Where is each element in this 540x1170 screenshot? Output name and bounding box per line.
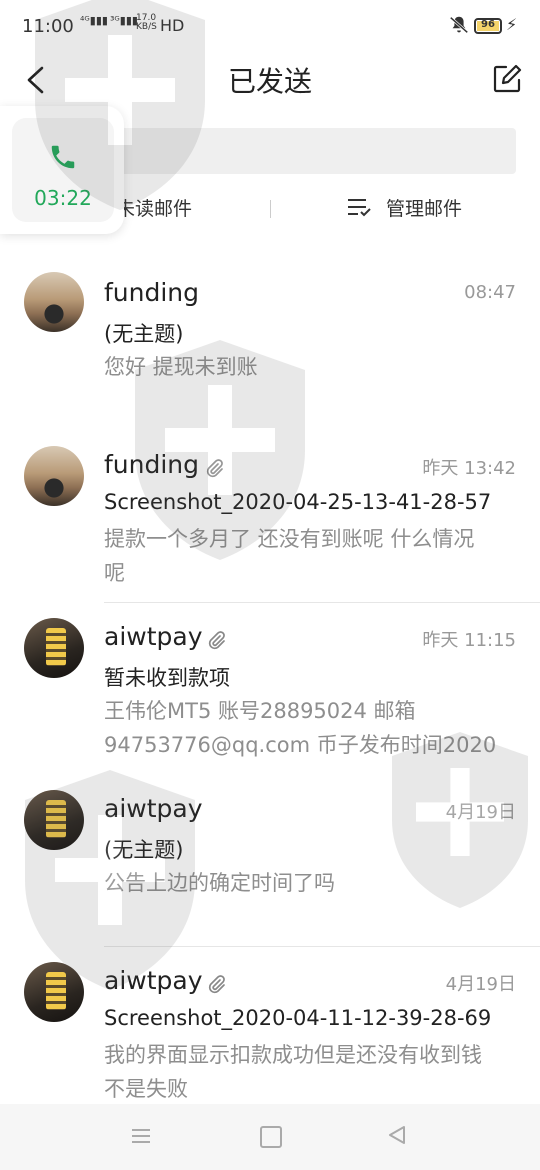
phone-call-icon — [51, 145, 75, 169]
ongoing-call-bubble[interactable]: 03:22 — [0, 106, 124, 234]
status-bar: 11:00 ⁴ᴳ▮▮▮ ³ᴳ▮▮▮ 17.0 KB/S HD 96 ⚡ — [0, 0, 540, 52]
mail-preview: 我的界面显示扣款成功但是还没有收到钱 不是失败 — [104, 1043, 482, 1101]
status-time: 11:00 — [22, 16, 74, 37]
charging-icon: ⚡ — [506, 15, 518, 34]
unread-filter-button[interactable]: 未读邮件 — [116, 194, 192, 221]
compose-edit-icon[interactable] — [492, 64, 522, 94]
network-speed-unit: KB/S — [136, 22, 157, 32]
mail-time: 4月19日 — [445, 974, 516, 995]
attachment-clip-icon — [206, 459, 223, 478]
mail-preview: 您好 提现未到账 — [104, 355, 258, 379]
mail-preview: 王伟伦MT5 账号28895024 邮箱94753776@qq.com 币子发布… — [104, 699, 497, 757]
mail-preview: 公告上边的确定时间了吗 — [104, 871, 335, 895]
recent-apps-icon[interactable] — [130, 1126, 152, 1146]
mail-subject: Screenshot_2020-04-11-12-39-28-69 — [104, 1006, 492, 1030]
avatar — [24, 272, 84, 332]
battery-icon: 96 — [474, 18, 502, 34]
mail-time: 昨天 13:42 — [422, 458, 516, 479]
call-bubble-inner: 03:22 — [12, 118, 114, 222]
mail-sender: funding — [104, 450, 200, 479]
mail-sender: aiwtpay — [104, 794, 203, 823]
mail-item[interactable]: funding 昨天 13:42 Screenshot_2020-04-25-1… — [0, 436, 540, 603]
action-divider — [270, 200, 271, 218]
mail-sender: aiwtpay — [104, 622, 203, 651]
manage-mail-button[interactable]: 管理邮件 — [386, 194, 462, 221]
call-duration: 03:22 — [34, 186, 92, 210]
attachment-clip-icon — [208, 975, 225, 994]
mail-subject: (无主题) — [104, 322, 184, 346]
network-speed: 17.0 KB/S — [136, 14, 157, 32]
avatar — [24, 446, 84, 506]
app-header: 已发送 — [0, 52, 540, 114]
avatar — [24, 790, 84, 850]
avatar — [24, 962, 84, 1022]
row-divider — [104, 946, 540, 947]
mail-item[interactable]: aiwtpay 昨天 11:15 暂未收到款项 王伟伦MT5 账号2889502… — [0, 608, 540, 774]
mail-subject: Screenshot_2020-04-25-13-41-28-57 — [104, 490, 492, 514]
search-bar[interactable] — [118, 128, 516, 174]
home-icon[interactable] — [260, 1126, 282, 1148]
row-divider — [104, 602, 540, 603]
nav-back-icon[interactable] — [386, 1124, 408, 1146]
mail-item[interactable]: aiwtpay 4月19日 (无主题) 公告上边的确定时间了吗 — [0, 780, 540, 947]
signal-4g-icon: ⁴ᴳ▮▮▮ — [80, 14, 108, 27]
mail-subject: (无主题) — [104, 838, 184, 862]
attachment-clip-icon — [208, 631, 225, 650]
mail-item[interactable]: funding 08:47 (无主题) 您好 提现未到账 — [0, 264, 540, 434]
mail-sender: funding — [104, 278, 200, 307]
page-title: 已发送 — [227, 65, 312, 98]
signal-3g-icon: ³ᴳ▮▮▮ — [110, 14, 138, 27]
battery-level: 96 — [481, 19, 495, 30]
hd-icon: HD — [160, 16, 185, 35]
manage-list-icon[interactable] — [346, 196, 372, 218]
mail-subject: 暂未收到款项 — [104, 666, 230, 690]
system-nav-bar — [0, 1104, 540, 1170]
mail-preview: 提款一个多月了 还没有到账呢 什么情况呢 — [104, 527, 475, 585]
mail-time: 昨天 11:15 — [422, 630, 516, 651]
avatar — [24, 618, 84, 678]
mail-time: 4月19日 — [445, 802, 516, 823]
mute-bell-icon — [449, 16, 469, 34]
mail-item[interactable]: aiwtpay 4月19日 Screenshot_2020-04-11-12-3… — [0, 952, 540, 1112]
mail-time: 08:47 — [464, 282, 516, 303]
mail-sender: aiwtpay — [104, 966, 203, 995]
